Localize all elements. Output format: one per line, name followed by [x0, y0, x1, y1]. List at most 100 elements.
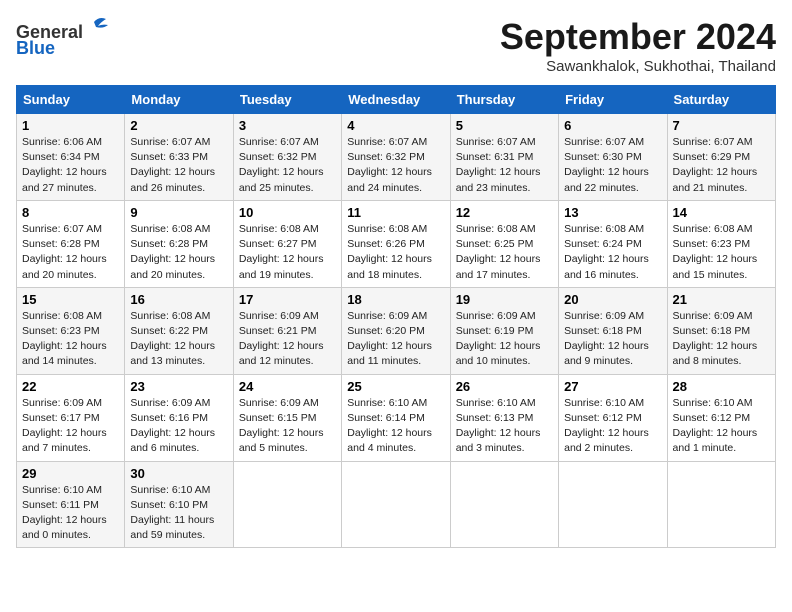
calendar-cell: 2 Sunrise: 6:07 AM Sunset: 6:33 PM Daylig…	[125, 114, 233, 201]
day-info: Sunrise: 6:10 AM Sunset: 6:12 PM Dayligh…	[673, 396, 770, 457]
day-number: 14	[673, 205, 770, 220]
day-info: Sunrise: 6:08 AM Sunset: 6:24 PM Dayligh…	[564, 222, 661, 283]
calendar-cell: 17 Sunrise: 6:09 AM Sunset: 6:21 PM Dayli…	[233, 287, 341, 374]
day-number: 25	[347, 379, 444, 394]
weekday-header-tuesday: Tuesday	[233, 86, 341, 114]
weekday-header-thursday: Thursday	[450, 86, 558, 114]
day-number: 7	[673, 118, 770, 133]
day-number: 26	[456, 379, 553, 394]
weekday-header-saturday: Saturday	[667, 86, 775, 114]
day-info: Sunrise: 6:09 AM Sunset: 6:18 PM Dayligh…	[564, 309, 661, 370]
day-number: 21	[673, 292, 770, 307]
calendar-cell: 21Sunrise: 6:09 AM Sunset: 6:18 PM Dayli…	[667, 287, 775, 374]
calendar-header-row: SundayMondayTuesdayWednesdayThursdayFrid…	[17, 86, 776, 114]
day-number: 19	[456, 292, 553, 307]
day-number: 11	[347, 205, 444, 220]
calendar-cell: 25 Sunrise: 6:10 AM Sunset: 6:14 PM Dayli…	[342, 374, 450, 461]
day-number: 2	[130, 118, 227, 133]
day-info: Sunrise: 6:09 AM Sunset: 6:20 PM Dayligh…	[347, 309, 444, 370]
day-info: Sunrise: 6:08 AM Sunset: 6:23 PM Dayligh…	[673, 222, 770, 283]
day-number: 29	[22, 466, 119, 481]
calendar-cell: 18 Sunrise: 6:09 AM Sunset: 6:20 PM Dayli…	[342, 287, 450, 374]
svg-text:Blue: Blue	[16, 38, 55, 58]
location-title: Sawankhalok, Sukhothai, Thailand	[500, 58, 776, 75]
calendar-cell: 23Sunrise: 6:09 AM Sunset: 6:16 PM Dayli…	[125, 374, 233, 461]
day-number: 24	[239, 379, 336, 394]
day-number: 1	[22, 118, 119, 133]
day-info: Sunrise: 6:06 AM Sunset: 6:34 PM Dayligh…	[22, 135, 119, 196]
calendar-cell: 20 Sunrise: 6:09 AM Sunset: 6:18 PM Dayli…	[559, 287, 667, 374]
calendar-cell: 10 Sunrise: 6:08 AM Sunset: 6:27 PM Dayli…	[233, 200, 341, 287]
calendar-cell: 26Sunrise: 6:10 AM Sunset: 6:13 PM Dayli…	[450, 374, 558, 461]
title-area: September 2024 Sawankhalok, Sukhothai, T…	[500, 16, 776, 75]
calendar-cell: 4 Sunrise: 6:07 AM Sunset: 6:32 PM Daylig…	[342, 114, 450, 201]
calendar-cell: 11 Sunrise: 6:08 AM Sunset: 6:26 PM Dayli…	[342, 200, 450, 287]
calendar-week-row: 29 Sunrise: 6:10 AM Sunset: 6:11 PM Dayli…	[17, 461, 776, 548]
day-number: 28	[673, 379, 770, 394]
day-number: 6	[564, 118, 661, 133]
day-info: Sunrise: 6:10 AM Sunset: 6:12 PM Dayligh…	[564, 396, 661, 457]
day-number: 22	[22, 379, 119, 394]
day-number: 30	[130, 466, 227, 481]
day-info: Sunrise: 6:07 AM Sunset: 6:30 PM Dayligh…	[564, 135, 661, 196]
calendar-cell: 8 Sunrise: 6:07 AM Sunset: 6:28 PM Daylig…	[17, 200, 125, 287]
day-info: Sunrise: 6:08 AM Sunset: 6:23 PM Dayligh…	[22, 309, 119, 370]
day-number: 20	[564, 292, 661, 307]
day-info: Sunrise: 6:07 AM Sunset: 6:28 PM Dayligh…	[22, 222, 119, 283]
day-info: Sunrise: 6:08 AM Sunset: 6:27 PM Dayligh…	[239, 222, 336, 283]
calendar-cell	[450, 461, 558, 548]
day-number: 4	[347, 118, 444, 133]
day-number: 17	[239, 292, 336, 307]
day-info: Sunrise: 6:09 AM Sunset: 6:17 PM Dayligh…	[22, 396, 119, 457]
calendar-cell: 14 Sunrise: 6:08 AM Sunset: 6:23 PM Dayli…	[667, 200, 775, 287]
day-number: 10	[239, 205, 336, 220]
calendar-cell: 1 Sunrise: 6:06 AM Sunset: 6:34 PM Daylig…	[17, 114, 125, 201]
day-number: 5	[456, 118, 553, 133]
calendar-cell: 27Sunrise: 6:10 AM Sunset: 6:12 PM Dayli…	[559, 374, 667, 461]
day-info: Sunrise: 6:09 AM Sunset: 6:21 PM Dayligh…	[239, 309, 336, 370]
calendar-cell: 19 Sunrise: 6:09 AM Sunset: 6:19 PM Dayli…	[450, 287, 558, 374]
day-info: Sunrise: 6:07 AM Sunset: 6:32 PM Dayligh…	[347, 135, 444, 196]
day-number: 9	[130, 205, 227, 220]
calendar-cell: 15Sunrise: 6:08 AM Sunset: 6:23 PM Dayli…	[17, 287, 125, 374]
weekday-header-wednesday: Wednesday	[342, 86, 450, 114]
calendar-week-row: 1 Sunrise: 6:06 AM Sunset: 6:34 PM Daylig…	[17, 114, 776, 201]
logo: General Blue	[16, 16, 116, 63]
day-info: Sunrise: 6:08 AM Sunset: 6:22 PM Dayligh…	[130, 309, 227, 370]
month-title: September 2024	[500, 16, 776, 58]
calendar-cell: 22 Sunrise: 6:09 AM Sunset: 6:17 PM Dayli…	[17, 374, 125, 461]
calendar-cell: 5 Sunrise: 6:07 AM Sunset: 6:31 PM Daylig…	[450, 114, 558, 201]
day-number: 3	[239, 118, 336, 133]
calendar-cell	[559, 461, 667, 548]
day-info: Sunrise: 6:07 AM Sunset: 6:31 PM Dayligh…	[456, 135, 553, 196]
calendar-cell	[342, 461, 450, 548]
day-info: Sunrise: 6:09 AM Sunset: 6:16 PM Dayligh…	[130, 396, 227, 457]
weekday-header-friday: Friday	[559, 86, 667, 114]
day-info: Sunrise: 6:10 AM Sunset: 6:10 PM Dayligh…	[130, 483, 227, 544]
calendar-cell: 7Sunrise: 6:07 AM Sunset: 6:29 PM Daylig…	[667, 114, 775, 201]
day-info: Sunrise: 6:10 AM Sunset: 6:11 PM Dayligh…	[22, 483, 119, 544]
day-info: Sunrise: 6:08 AM Sunset: 6:28 PM Dayligh…	[130, 222, 227, 283]
day-info: Sunrise: 6:07 AM Sunset: 6:32 PM Dayligh…	[239, 135, 336, 196]
logo-text: General Blue	[16, 16, 116, 63]
calendar-week-row: 15Sunrise: 6:08 AM Sunset: 6:23 PM Dayli…	[17, 287, 776, 374]
day-info: Sunrise: 6:08 AM Sunset: 6:26 PM Dayligh…	[347, 222, 444, 283]
day-number: 16	[130, 292, 227, 307]
day-info: Sunrise: 6:09 AM Sunset: 6:19 PM Dayligh…	[456, 309, 553, 370]
day-info: Sunrise: 6:09 AM Sunset: 6:15 PM Dayligh…	[239, 396, 336, 457]
calendar-cell: 29 Sunrise: 6:10 AM Sunset: 6:11 PM Dayli…	[17, 461, 125, 548]
day-number: 12	[456, 205, 553, 220]
day-info: Sunrise: 6:07 AM Sunset: 6:33 PM Dayligh…	[130, 135, 227, 196]
page-header: General Blue September 2024 Sawankhalok,…	[16, 16, 776, 75]
calendar-cell: 12 Sunrise: 6:08 AM Sunset: 6:25 PM Dayli…	[450, 200, 558, 287]
day-number: 18	[347, 292, 444, 307]
calendar-cell: 6 Sunrise: 6:07 AM Sunset: 6:30 PM Daylig…	[559, 114, 667, 201]
calendar-cell: 13Sunrise: 6:08 AM Sunset: 6:24 PM Dayli…	[559, 200, 667, 287]
calendar-cell: 30 Sunrise: 6:10 AM Sunset: 6:10 PM Dayli…	[125, 461, 233, 548]
calendar-cell: 16 Sunrise: 6:08 AM Sunset: 6:22 PM Dayli…	[125, 287, 233, 374]
day-info: Sunrise: 6:08 AM Sunset: 6:25 PM Dayligh…	[456, 222, 553, 283]
day-number: 8	[22, 205, 119, 220]
weekday-header-sunday: Sunday	[17, 86, 125, 114]
day-info: Sunrise: 6:10 AM Sunset: 6:14 PM Dayligh…	[347, 396, 444, 457]
calendar-table: SundayMondayTuesdayWednesdayThursdayFrid…	[16, 85, 776, 548]
